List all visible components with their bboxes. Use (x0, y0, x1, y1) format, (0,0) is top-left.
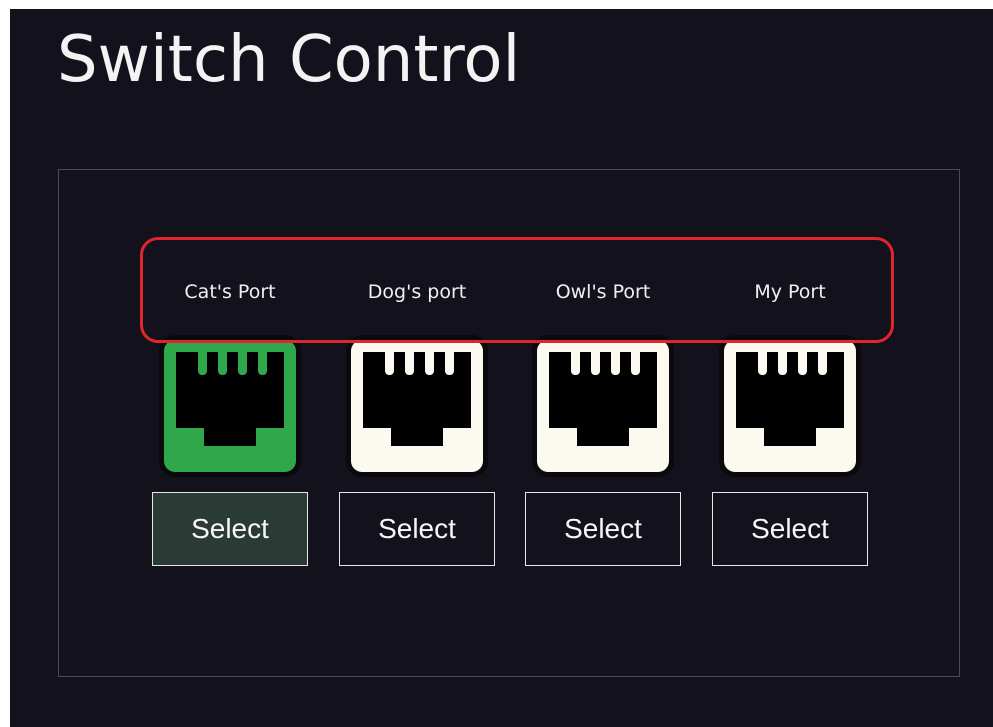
ethernet-port-icon (346, 335, 488, 477)
ethernet-port-icon (532, 335, 674, 477)
ethernet-port-icon (719, 335, 861, 477)
switch-control-screen: Switch Control Cat's Port Select Dog's p… (10, 9, 993, 727)
ethernet-port-icon (159, 335, 301, 477)
select-cats-port-button[interactable]: Select (152, 492, 308, 566)
page-title: Switch Control (57, 23, 521, 97)
select-dogs-port-button[interactable]: Select (339, 492, 495, 566)
port-labels-highlight (140, 237, 894, 343)
select-my-port-button[interactable]: Select (712, 492, 868, 566)
select-owls-port-button[interactable]: Select (525, 492, 681, 566)
